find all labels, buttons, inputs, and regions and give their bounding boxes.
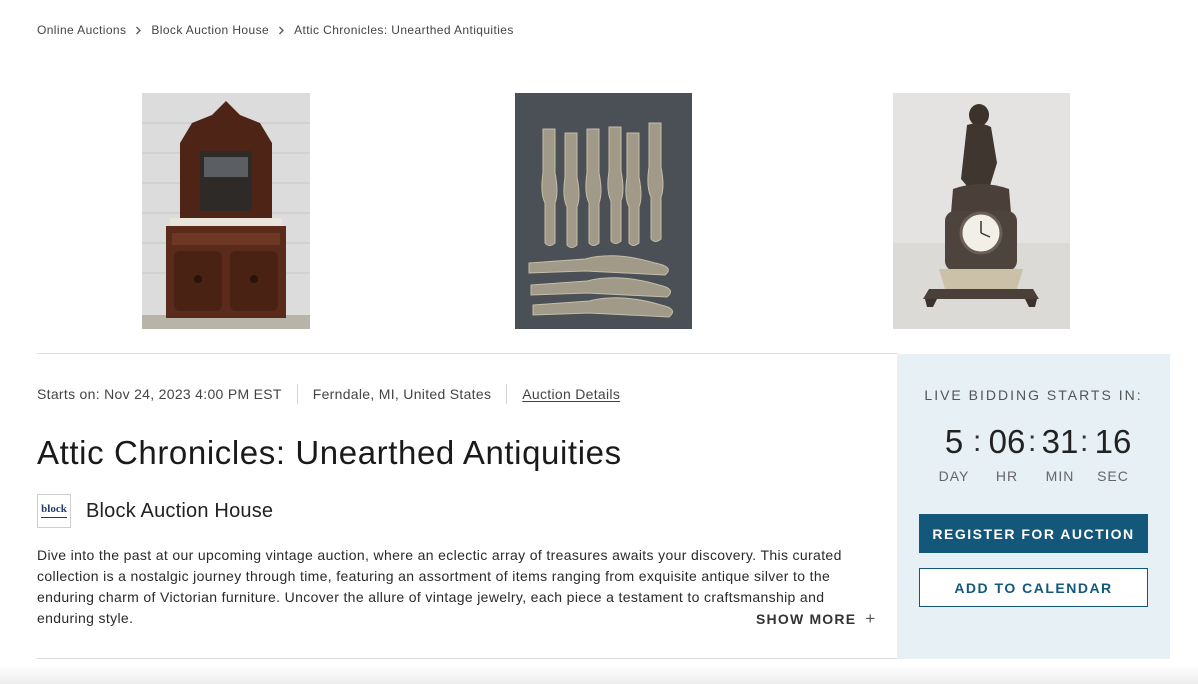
auction-meta: Starts on: Nov 24, 2023 4:00 PM EST Fern… xyxy=(37,384,620,404)
countdown-days: 5 DAY xyxy=(929,420,979,484)
breadcrumb: Online Auctions Block Auction House Atti… xyxy=(37,23,514,37)
countdown-seconds: 16 SEC xyxy=(1088,420,1138,484)
countdown-timer: 5 DAY : 06 HR : 31 MIN : 16 SEC xyxy=(927,420,1147,490)
section-divider xyxy=(37,658,897,659)
countdown-days-value: 5 xyxy=(944,423,964,460)
breadcrumb-auction-house[interactable]: Block Auction House xyxy=(151,23,269,37)
auction-house-name[interactable]: Block Auction House xyxy=(86,500,273,523)
section-divider xyxy=(37,353,897,354)
breadcrumb-current-auction: Attic Chronicles: Unearthed Antiquities xyxy=(294,23,514,37)
countdown-hours-label: HR xyxy=(995,468,1019,484)
auction-house[interactable]: block Block Auction House xyxy=(37,494,273,528)
auction-title: Attic Chronicles: Unearthed Antiquities xyxy=(37,434,622,471)
bidding-panel: LIVE BIDDING STARTS IN: 5 DAY : 06 HR : … xyxy=(897,354,1170,659)
logo-wordmark: block xyxy=(41,503,67,515)
countdown-hours: 06 HR xyxy=(982,420,1032,484)
auction-details-link[interactable]: Auction Details xyxy=(522,386,620,402)
countdown-hours-value: 06 xyxy=(988,423,1026,460)
countdown-days-label: DAY xyxy=(938,468,970,484)
auction-house-logo[interactable]: block xyxy=(37,494,71,528)
auction-description: Dive into the past at our upcoming vinta… xyxy=(37,547,842,626)
meta-separator xyxy=(506,384,508,404)
countdown-minutes-value: 31 xyxy=(1041,423,1079,460)
breadcrumb-online-auctions[interactable]: Online Auctions xyxy=(37,23,126,37)
countdown-separator: : xyxy=(973,425,982,458)
countdown-seconds-value: 16 xyxy=(1094,423,1132,460)
start-date: Starts on: Nov 24, 2023 4:00 PM EST xyxy=(37,386,282,402)
chevron-right-icon xyxy=(135,26,142,35)
auction-location: Ferndale, MI, United States xyxy=(312,386,492,402)
countdown-minutes: 31 MIN xyxy=(1035,420,1085,484)
add-to-calendar-button[interactable]: ADD TO CALENDAR xyxy=(919,568,1148,607)
lot-image-mantel-clock[interactable] xyxy=(893,93,1070,329)
footer-shadow xyxy=(0,664,1198,684)
logo-rule xyxy=(41,517,67,518)
show-more-label: SHOW MORE xyxy=(756,611,857,627)
show-more-button[interactable]: SHOW MORE + xyxy=(756,609,876,629)
chevron-right-icon xyxy=(278,26,285,35)
countdown-minutes-label: MIN xyxy=(1045,468,1075,484)
lot-image-silver-forks[interactable] xyxy=(515,93,692,329)
lot-image-sideboard[interactable] xyxy=(142,93,310,329)
register-for-auction-button[interactable]: REGISTER FOR AUCTION xyxy=(919,514,1148,553)
countdown-seconds-label: SEC xyxy=(1097,468,1129,484)
plus-icon: + xyxy=(865,609,877,628)
live-bidding-label: LIVE BIDDING STARTS IN: xyxy=(924,387,1143,403)
meta-separator xyxy=(296,384,298,404)
